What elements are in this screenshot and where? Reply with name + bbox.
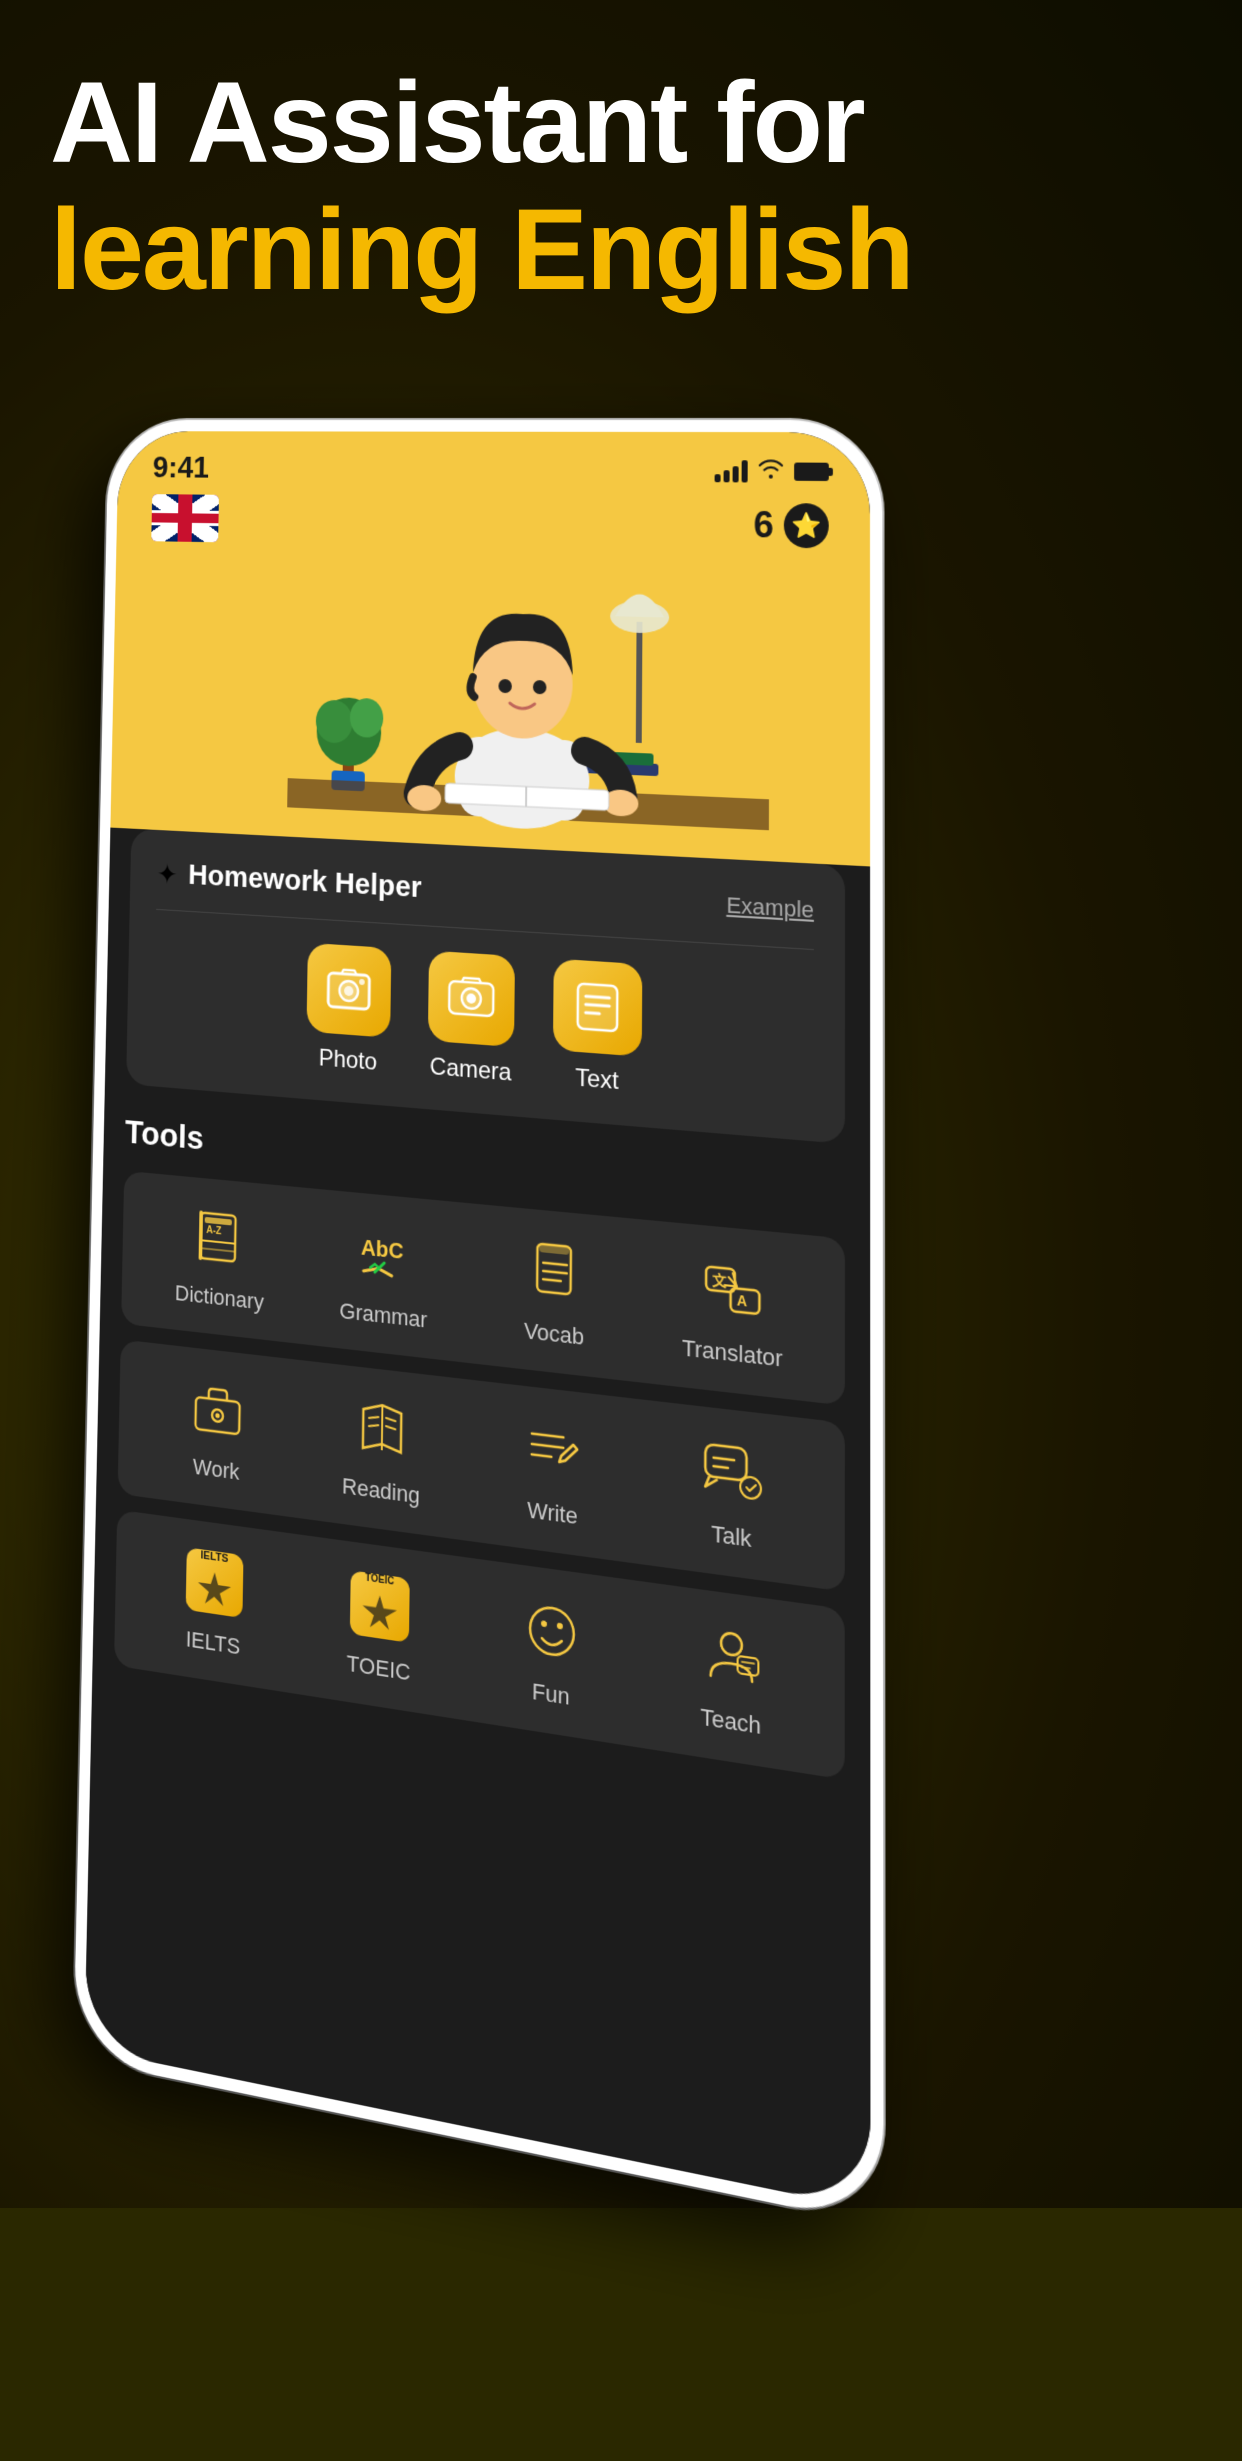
tool-reading[interactable]: Reading — [297, 1384, 466, 1515]
text-icon — [553, 959, 642, 1057]
write-icon — [518, 1410, 588, 1492]
status-icons — [715, 458, 829, 485]
teach-label: Teach — [700, 1703, 761, 1740]
language-flag[interactable] — [151, 494, 219, 542]
fun-label: Fun — [532, 1678, 570, 1711]
status-time: 9:41 — [152, 450, 209, 485]
reading-icon — [348, 1390, 415, 1470]
svg-text:A-Z: A-Z — [206, 1225, 221, 1238]
hero-line1: AI Assistant for — [50, 60, 1192, 187]
tool-work[interactable]: Work — [136, 1365, 299, 1493]
dictionary-icon: A-Z — [188, 1201, 253, 1277]
svg-text:A: A — [736, 1292, 747, 1310]
status-bar: 9:41 — [118, 431, 870, 490]
svg-text:AbC: AbC — [360, 1236, 403, 1265]
hero-line2: learning English — [50, 187, 1192, 314]
signal-icon — [715, 460, 748, 482]
tool-ielts[interactable]: IELTS IELTS — [132, 1536, 296, 1669]
tool-vocab[interactable]: Vocab — [468, 1228, 643, 1358]
toeic-label: TOEIC — [346, 1650, 410, 1687]
hw-text-button[interactable]: Text — [553, 959, 643, 1099]
camera-icon — [428, 951, 515, 1048]
tool-dictionary[interactable]: A-Z Dictionary — [139, 1196, 301, 1320]
text-label: Text — [575, 1064, 619, 1096]
hw-title: ✦ Homework Helper — [157, 857, 422, 905]
toeic-icon: TOEIC — [346, 1566, 414, 1648]
sparkle-icon: ✦ — [157, 857, 178, 890]
work-icon — [185, 1371, 250, 1449]
photo-icon — [306, 943, 391, 1038]
translator-icon: 文 A — [696, 1250, 768, 1331]
write-label: Write — [527, 1497, 578, 1531]
translator-label: Translator — [682, 1334, 783, 1373]
vocab-icon — [520, 1233, 589, 1312]
grammar-icon: AbC — [351, 1216, 418, 1294]
phone-wrapper: 9:41 — [71, 420, 1242, 2461]
teach-icon — [695, 1614, 768, 1700]
hw-photo-button[interactable]: Photo — [306, 943, 391, 1078]
tool-toeic[interactable]: TOEIC TOEIC — [295, 1559, 465, 1695]
vocab-label: Vocab — [524, 1318, 584, 1352]
tools-section: Tools A-Z — [93, 1082, 871, 1783]
tool-talk[interactable]: Talk — [641, 1425, 824, 1563]
phone-screen: 9:41 — [84, 431, 870, 2210]
hw-card-header: ✦ Homework Helper Example — [157, 857, 814, 928]
talk-icon — [695, 1431, 767, 1515]
tool-grammar[interactable]: AbC Grammar — [300, 1211, 469, 1338]
tool-teach[interactable]: Teach — [640, 1607, 824, 1750]
ielts-icon: IELTS — [181, 1543, 246, 1623]
phone-device: 9:41 — [73, 420, 883, 2226]
battery-icon — [794, 462, 829, 481]
ielts-label: IELTS — [186, 1626, 241, 1661]
dictionary-label: Dictionary — [175, 1280, 264, 1316]
hw-buttons: Photo Camera — [153, 933, 814, 1112]
tool-write[interactable]: Write — [466, 1404, 642, 1539]
grammar-label: Grammar — [339, 1298, 427, 1334]
hero-section: AI Assistant for learning English — [50, 60, 1192, 313]
work-label: Work — [193, 1454, 240, 1486]
hw-camera-button[interactable]: Camera — [427, 951, 515, 1088]
tool-fun[interactable]: Fun — [464, 1582, 641, 1722]
camera-label: Camera — [430, 1053, 512, 1088]
svg-text:文: 文 — [712, 1271, 727, 1290]
wifi-icon — [758, 458, 784, 484]
hw-title-text: Homework Helper — [188, 859, 422, 906]
reading-label: Reading — [342, 1473, 420, 1510]
photo-label: Photo — [318, 1044, 377, 1076]
fun-icon — [516, 1589, 586, 1673]
talk-label: Talk — [711, 1520, 751, 1553]
tool-translator[interactable]: 文 A Translator — [642, 1245, 824, 1378]
example-link[interactable]: Example — [726, 892, 814, 924]
